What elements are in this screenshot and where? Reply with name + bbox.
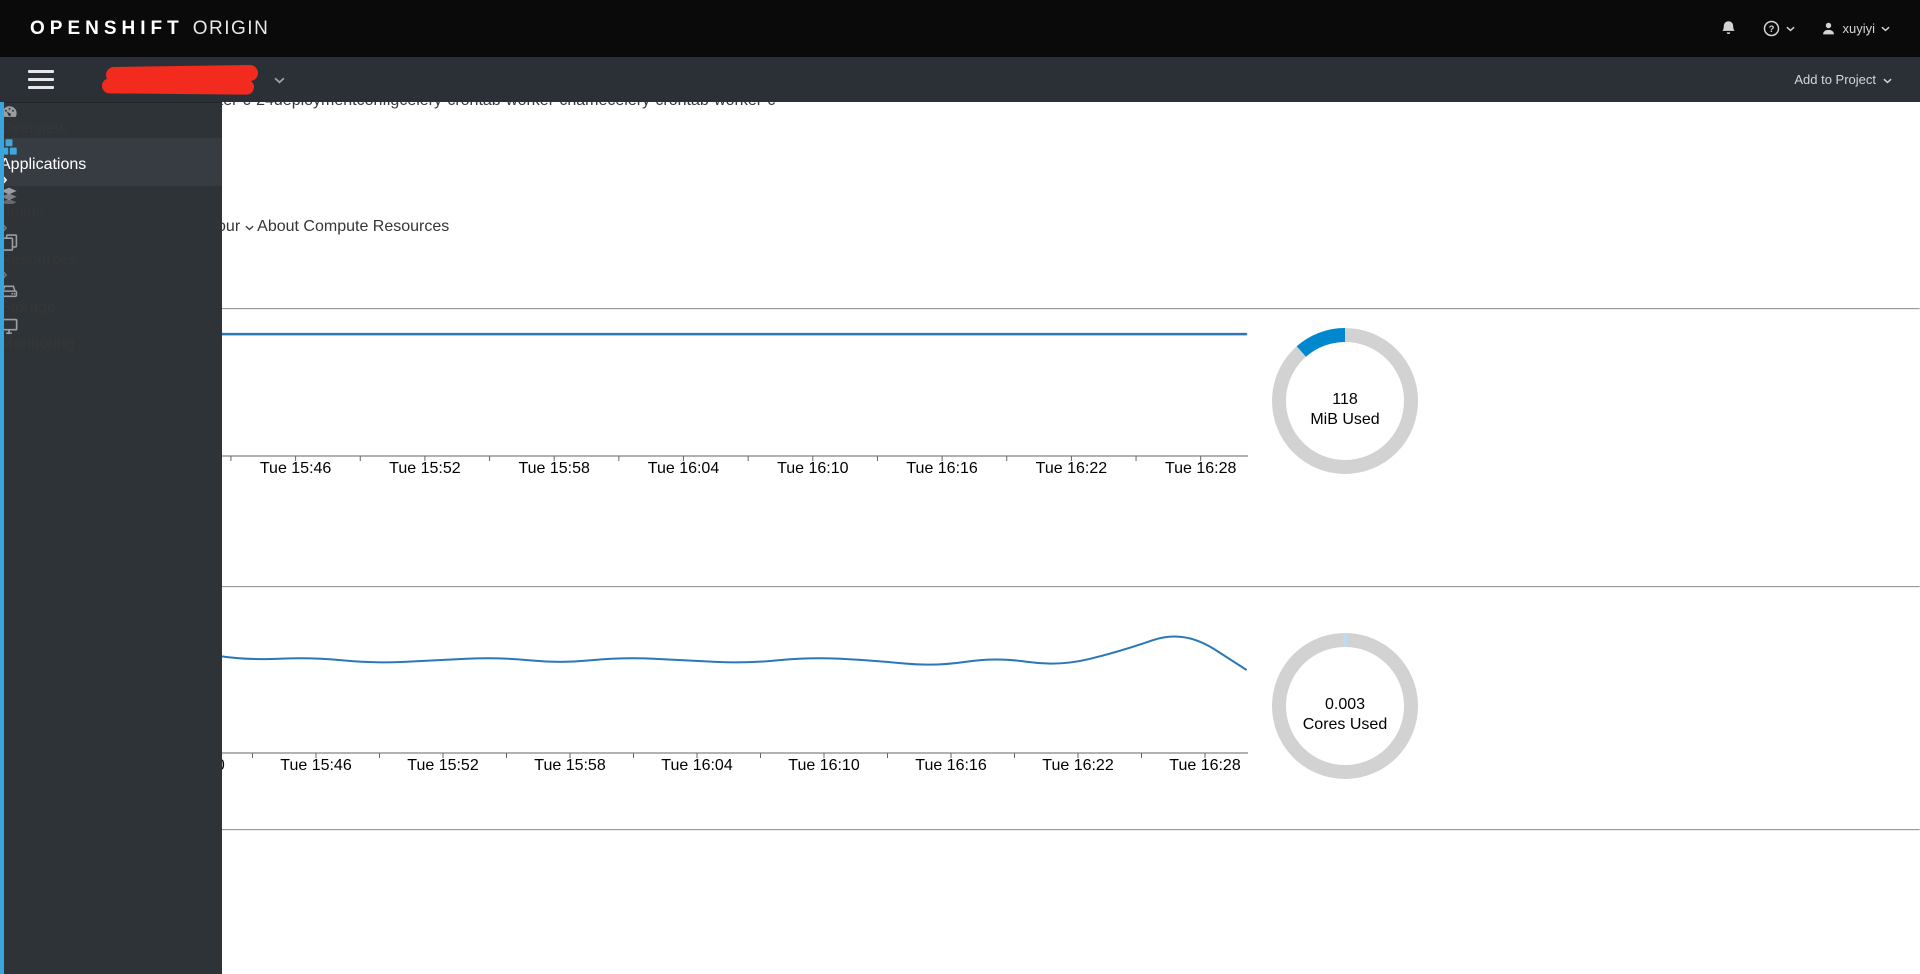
chevron-right-icon — [0, 174, 222, 186]
divider — [0, 829, 1920, 831]
network-heading: Network — [0, 811, 1920, 829]
cpu-metric-row: 00.00050.0010.00150.0020.00250.0030.0035… — [0, 603, 1920, 792]
main-content: Pods » r-c-24-stfdp celery-crontab-worke… — [0, 0, 1920, 831]
bell-icon — [1720, 20, 1737, 37]
svg-text:Tue 16:04: Tue 16:04 — [648, 460, 720, 477]
sidebar-item-resources[interactable]: Resources — [0, 234, 222, 281]
user-icon — [1821, 21, 1836, 36]
sidebar-item-storage[interactable]: Storage — [0, 281, 222, 317]
memory-heading: Memory — [0, 236, 1920, 254]
sidebar-item-label: Overview — [0, 120, 67, 137]
brand-logo: OPENSHIFT ORIGIN — [30, 18, 269, 40]
tab-details[interactable]: Details — [0, 110, 1920, 128]
add-to-project-button[interactable]: Add to Project — [1794, 72, 1892, 87]
memory-metric-row: 020406080100120Tue 15:34Tue 15:40Tue 15:… — [0, 310, 1920, 487]
memory-donut-chart: 118 MiB Used — [1272, 328, 1419, 474]
username: xuyiyi — [1842, 21, 1875, 36]
sidebar-item-monitoring[interactable]: Monitoring — [0, 317, 222, 353]
tab-logs[interactable]: Logs — [0, 164, 1920, 182]
project-chevron-down-icon[interactable] — [274, 71, 285, 89]
svg-text:Tue 16:28: Tue 16:28 — [1169, 757, 1241, 774]
sidebar-item-label: Monitoring — [0, 335, 75, 352]
chevron-down-icon — [1881, 26, 1890, 32]
sidebar-item-applications[interactable]: Applications — [0, 138, 222, 186]
svg-text:Tue 16:22: Tue 16:22 — [1042, 757, 1114, 774]
metrics-toolbar: Container: Time Range: Last hour About C… — [0, 218, 1920, 236]
redaction-project-name — [101, 64, 260, 96]
sidebar-item-label: Storage — [0, 299, 57, 316]
svg-text:Tue 16:10: Tue 16:10 — [777, 460, 849, 477]
svg-text:Tue 15:46: Tue 15:46 — [260, 460, 332, 477]
svg-text:Tue 16:04: Tue 16:04 — [661, 757, 733, 774]
chevron-right-icon — [0, 269, 222, 281]
tab-environment[interactable]: Environment — [0, 128, 1920, 146]
cpu-heading: CPU — [0, 508, 1920, 526]
cpu-available-row: 0.997 Available of1 cores — [0, 526, 1920, 580]
svg-text:0.003: 0.003 — [1325, 696, 1365, 713]
svg-text:Tue 15:46: Tue 15:46 — [280, 757, 352, 774]
sidebar-item-builds[interactable]: Builds — [0, 186, 222, 234]
svg-text:Tue 16:22: Tue 16:22 — [1036, 460, 1108, 477]
chevron-right-icon — [0, 222, 222, 234]
cpu-donut-chart: 0.003 Cores Used — [1272, 632, 1419, 779]
divider — [0, 586, 1920, 588]
svg-text:Tue 15:52: Tue 15:52 — [407, 757, 479, 774]
brand-origin: ORIGIN — [192, 17, 270, 39]
tabs: DetailsEnvironmentMetricsLogsTerminalEve… — [0, 110, 1920, 218]
svg-text:Tue 16:28: Tue 16:28 — [1165, 460, 1237, 477]
svg-text:118: 118 — [1333, 391, 1359, 408]
sidebar-item-overview[interactable]: Overview — [0, 102, 222, 138]
tab-events[interactable]: Events — [0, 200, 1920, 218]
sidebar-item-label: Resources — [0, 251, 77, 268]
sidebar-nav: Overview Applications Builds Resources Stora… — [0, 102, 222, 974]
svg-text:Tue 15:52: Tue 15:52 — [389, 460, 461, 477]
tab-terminal[interactable]: Terminal — [0, 182, 1920, 200]
cubes-icon — [0, 138, 18, 156]
chevron-down-icon — [245, 218, 254, 235]
notifications-button[interactable] — [1720, 20, 1737, 37]
about-compute-resources-link[interactable]: About Compute Resources — [257, 218, 449, 235]
chevron-down-icon — [1883, 72, 1892, 87]
help-icon: ? — [1763, 20, 1780, 37]
sidebar-item-label: Builds — [0, 204, 44, 221]
hamburger-menu-icon[interactable] — [28, 70, 54, 89]
svg-text:Cores Used: Cores Used — [1303, 716, 1387, 733]
svg-text:Tue 16:10: Tue 16:10 — [788, 757, 860, 774]
memory-available-row: 906 Available of1024 MiB — [0, 254, 1920, 308]
svg-text:?: ? — [1769, 24, 1775, 35]
svg-text:MiB Used: MiB Used — [1311, 411, 1380, 428]
memory-available-caption: Available of1024 MiB — [0, 272, 1920, 308]
help-menu[interactable]: ? — [1763, 20, 1796, 37]
project-bar: Add to Project — [0, 57, 1920, 102]
svg-text:Tue 15:58: Tue 15:58 — [518, 460, 590, 477]
chevron-down-icon — [1786, 26, 1796, 32]
cpu-available-caption: Available of1 cores — [0, 544, 1920, 580]
svg-text:Tue 16:16: Tue 16:16 — [915, 757, 987, 774]
svg-text:Tue 15:58: Tue 15:58 — [534, 757, 606, 774]
tab-metrics[interactable]: Metrics — [0, 146, 1920, 164]
brand-openshift: OPENSHIFT — [30, 17, 184, 39]
masthead: OPENSHIFT ORIGIN ? xuyiyi — [0, 0, 1920, 57]
sidebar-item-label: Applications — [0, 156, 87, 173]
user-menu[interactable]: xuyiyi — [1821, 21, 1890, 36]
add-to-project-label: Add to Project — [1794, 72, 1876, 87]
svg-text:Tue 16:16: Tue 16:16 — [906, 460, 978, 477]
